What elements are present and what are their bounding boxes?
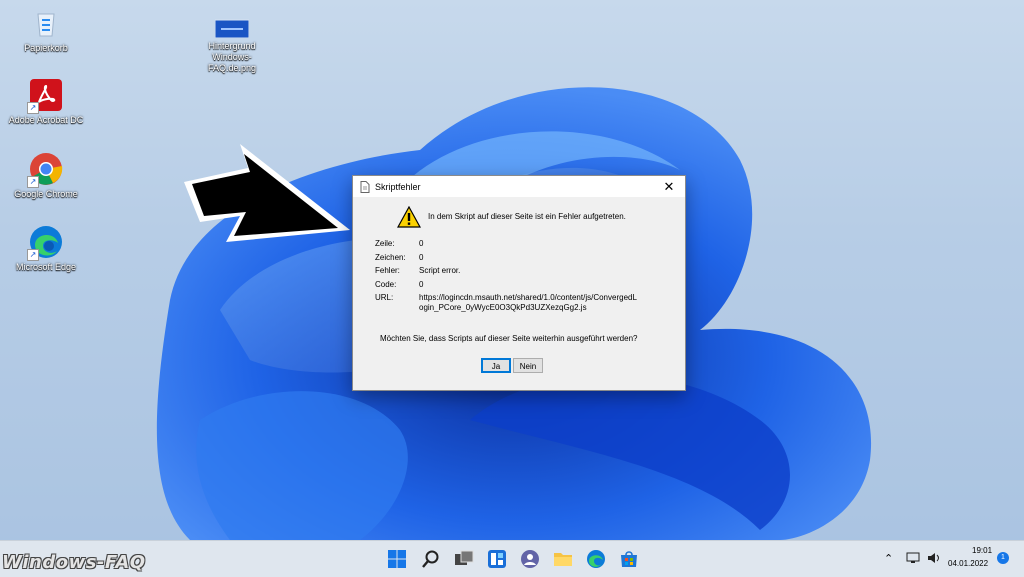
dialog-titlebar[interactable]: Skriptfehler ✕ xyxy=(353,176,685,197)
continue-question: Möchten Sie, dass Scripts auf dieser Sei… xyxy=(380,334,638,343)
desktop-icon-adobe-acrobat[interactable]: ↗ Adobe Acrobat DC xyxy=(6,78,86,126)
watermark: Windows-FAQ xyxy=(2,552,146,573)
speaker-icon[interactable] xyxy=(926,551,940,570)
task-view-icon[interactable] xyxy=(454,549,474,569)
close-button[interactable]: ✕ xyxy=(657,177,681,196)
search-icon[interactable] xyxy=(421,549,441,569)
field-value-url: https://logincdn.msauth.net/shared/1.0/c… xyxy=(419,293,637,312)
image-file-icon xyxy=(214,18,250,39)
desktop: Papierkorb Hintergrund Windows-FAQ.de.pn… xyxy=(0,0,1024,540)
field-value: 0 xyxy=(419,280,424,289)
field-value: Script error. xyxy=(419,266,461,275)
no-button[interactable]: Nein xyxy=(513,358,543,373)
desktop-icon-wallpaper-file[interactable]: Hintergrund Windows-FAQ.de.png xyxy=(192,18,272,74)
dialog-title: Skriptfehler xyxy=(375,182,421,192)
desktop-icon-recycle-bin[interactable]: Papierkorb xyxy=(6,6,86,54)
field-label: Fehler: xyxy=(375,266,400,275)
adobe-acrobat-icon: ↗ xyxy=(27,78,63,114)
field-value: 0 xyxy=(419,253,424,262)
clock-time[interactable]: 19:01 xyxy=(972,546,992,555)
field-value: 0 xyxy=(419,239,424,248)
desktop-icon-google-chrome[interactable]: ↗ Google Chrome xyxy=(6,152,86,200)
warning-icon xyxy=(396,205,422,230)
shortcut-arrow-icon: ↗ xyxy=(27,249,39,261)
taskbar: ⌃ 19:01 04.01.2022 1 xyxy=(0,540,1024,577)
script-error-dialog: Skriptfehler ✕ In dem Skript auf dieser … xyxy=(352,175,686,391)
chevron-up-icon[interactable]: ⌃ xyxy=(884,552,893,565)
recycle-bin-icon xyxy=(29,6,63,40)
chrome-icon: ↗ xyxy=(27,152,63,188)
yes-button[interactable]: Ja xyxy=(481,358,511,373)
file-explorer-icon[interactable] xyxy=(553,549,573,569)
shortcut-arrow-icon: ↗ xyxy=(27,176,39,188)
document-icon xyxy=(360,181,370,195)
edge-icon: ↗ xyxy=(27,225,63,261)
notification-badge[interactable]: 1 xyxy=(997,552,1009,564)
shortcut-arrow-icon: ↗ xyxy=(27,102,39,114)
teams-chat-icon[interactable] xyxy=(520,549,540,569)
edge-icon[interactable] xyxy=(586,549,606,569)
widgets-icon[interactable] xyxy=(487,549,507,569)
store-icon[interactable] xyxy=(619,549,639,569)
clock-date[interactable]: 04.01.2022 xyxy=(948,559,988,568)
field-label: Zeile: xyxy=(375,239,395,248)
error-message: In dem Skript auf dieser Seite ist ein F… xyxy=(428,212,626,221)
field-label: Zeichen: xyxy=(375,253,406,262)
field-label: URL: xyxy=(375,293,394,302)
desktop-icon-microsoft-edge[interactable]: ↗ Microsoft Edge xyxy=(6,225,86,273)
start-icon[interactable] xyxy=(387,549,407,569)
pointer-arrow-graphic xyxy=(184,144,350,242)
network-icon[interactable] xyxy=(906,551,920,570)
field-label: Code: xyxy=(375,280,397,289)
